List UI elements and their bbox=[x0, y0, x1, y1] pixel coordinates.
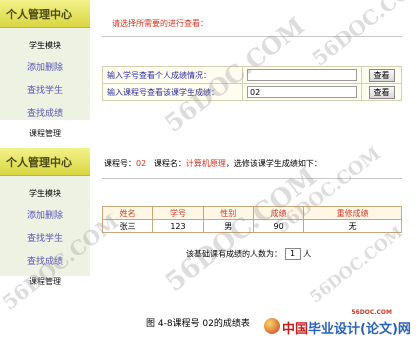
figure-caption: 图 4-8课程号 02的成绩表 bbox=[146, 319, 250, 329]
logo-text-blue: 毕业设计(论文)网 bbox=[308, 322, 411, 337]
result-panel: 课程号：02 课程名：计算机原理，选修该课学生成绩如下： 姓名 学号 性别 成绩… bbox=[96, 148, 408, 278]
query-panel: 请选择所需要的进行查看： 输入学号查看个人成绩情况： 查看 输入课程号查看该课学… bbox=[96, 0, 408, 120]
course-name-value: 计算机原理 bbox=[185, 159, 226, 168]
cell-student-id: 123 bbox=[152, 219, 204, 233]
course-query-label: 输入课程号查看该课学生成绩： bbox=[102, 83, 243, 101]
top-sidebar-cut-heading: 课程管理 bbox=[29, 129, 61, 138]
column-header-gender: 性别 bbox=[202, 206, 254, 220]
globe-icon bbox=[264, 318, 280, 334]
divider bbox=[102, 178, 402, 179]
column-header-student-id: 学号 bbox=[152, 206, 204, 220]
bottom-sidebar-banner: 个人管理中心 bbox=[0, 148, 90, 176]
query-form-table: 输入学号查看个人成绩情况： 查看 输入课程号查看该课学生成绩： 查看 bbox=[102, 66, 402, 101]
bottom-sidebar-cut-heading: 课程管理 bbox=[29, 277, 61, 286]
count-label: 该基础课有成绩的人数为： bbox=[186, 249, 282, 259]
table-header-row: 姓名 学号 性别 成绩 重修成绩 bbox=[101, 206, 402, 220]
count-value: 1 bbox=[284, 248, 301, 260]
top-sidebar-heading: 学生模块 bbox=[29, 41, 61, 50]
bottom-sidebar-item-find-grade[interactable]: 查找成绩 bbox=[0, 254, 90, 267]
site-logo: 56DOC.COM 中国毕业设计(论文)网 bbox=[264, 309, 414, 339]
bottom-sidebar-heading: 学生模块 bbox=[29, 189, 61, 198]
bottom-sidebar-item-find-student[interactable]: 查找学生 bbox=[0, 231, 90, 244]
top-sidebar-banner: 个人管理中心 bbox=[0, 0, 90, 28]
top-sidebar: 个人管理中心 学生模块 添加删除 查找学生 查找成绩 课程管理 bbox=[0, 0, 90, 138]
course-name-label: 课程名： bbox=[153, 159, 186, 168]
grade-table: 姓名 学号 性别 成绩 重修成绩 张三 123 男 90 无 bbox=[101, 206, 402, 233]
top-sidebar-item-add-delete[interactable]: 添加删除 bbox=[0, 60, 90, 73]
top-sidebar-item-find-grade[interactable]: 查找成绩 bbox=[0, 106, 90, 119]
cell-retake-score: 无 bbox=[303, 219, 402, 233]
cell-score: 90 bbox=[252, 219, 305, 233]
column-header-score: 成绩 bbox=[252, 206, 305, 220]
bottom-sidebar-item-add-delete[interactable]: 添加删除 bbox=[0, 208, 90, 221]
query-prompt: 请选择所需要的进行查看： bbox=[112, 19, 208, 28]
student-query-label: 输入学号查看个人成绩情况： bbox=[102, 66, 243, 84]
student-view-button[interactable]: 查看 bbox=[368, 68, 395, 82]
query-row-student: 输入学号查看个人成绩情况： 查看 bbox=[102, 66, 402, 84]
count-unit: 人 bbox=[303, 249, 312, 259]
table-row: 张三 123 男 90 无 bbox=[101, 219, 402, 233]
course-view-button[interactable]: 查看 bbox=[368, 85, 395, 99]
course-id-input[interactable] bbox=[247, 86, 357, 98]
course-suffix: ，选修该课学生成绩如下： bbox=[225, 159, 322, 168]
cell-name: 张三 bbox=[101, 219, 154, 233]
cell-gender: 男 bbox=[202, 219, 254, 233]
logo-url: 56DOC.COM bbox=[351, 309, 392, 316]
logo-text-red: 中国 bbox=[282, 322, 309, 337]
logo-text: 中国毕业设计(论文)网 bbox=[282, 318, 411, 337]
course-no-value: 02 bbox=[136, 159, 147, 168]
divider bbox=[102, 36, 402, 37]
course-no-label: 课程号： bbox=[104, 159, 136, 168]
student-id-input[interactable] bbox=[247, 69, 357, 81]
course-info-line: 课程号：02 课程名：计算机原理，选修该课学生成绩如下： bbox=[104, 158, 322, 169]
bottom-sidebar: 个人管理中心 学生模块 添加删除 查找学生 查找成绩 课程管理 bbox=[0, 148, 90, 286]
count-line: 该基础课有成绩的人数为： 1 人 bbox=[186, 248, 311, 260]
column-header-name: 姓名 bbox=[101, 206, 154, 220]
column-header-retake-score: 重修成绩 bbox=[303, 206, 402, 220]
top-sidebar-item-find-student[interactable]: 查找学生 bbox=[0, 83, 90, 96]
query-row-course: 输入课程号查看该课学生成绩： 查看 bbox=[102, 83, 402, 101]
